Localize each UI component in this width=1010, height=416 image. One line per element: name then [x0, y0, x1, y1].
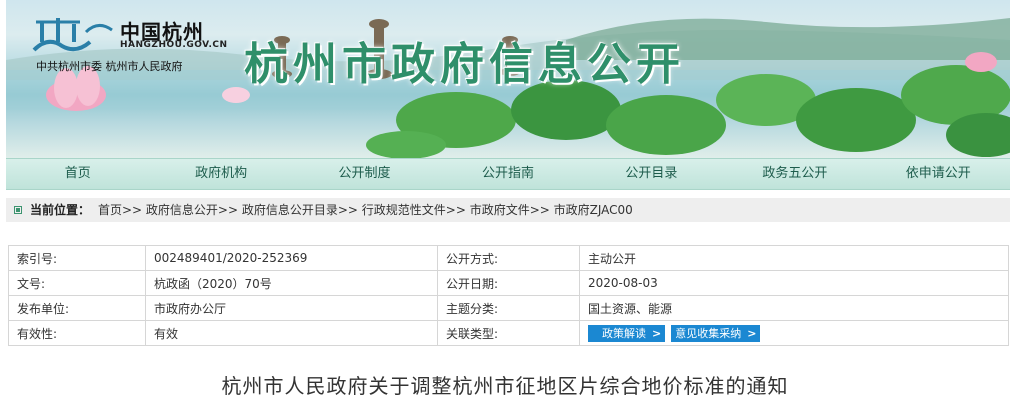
topic-value: 国土资源、能源: [579, 295, 1009, 321]
site-logo[interactable]: 中国杭州 HANGZHOU.GOV.CN 中共杭州市委 杭州市人民政府: [24, 10, 227, 73]
validity-label: 有效性:: [8, 320, 146, 346]
doc-number-value: 杭政函（2020）70号: [145, 270, 438, 296]
opinion-collection-button[interactable]: 意见收集采纳 >: [671, 324, 761, 342]
policy-interpretation-button[interactable]: 政策解读 >: [588, 324, 666, 342]
nav-item-government-agencies[interactable]: 政府机构: [149, 159, 292, 189]
nav-item-home[interactable]: 首页: [6, 159, 149, 189]
disclosure-date-label: 公开日期:: [437, 270, 580, 296]
breadcrumb: 当前位置： 首页>> 政府信息公开>> 政府信息公开目录>> 行政规范性文件>>…: [6, 198, 1010, 222]
nav-item-disclosure-system[interactable]: 公开制度: [293, 159, 436, 189]
publisher-label: 发布单位:: [8, 295, 146, 321]
disclosure-method-value: 主动公开: [579, 245, 1009, 271]
breadcrumb-label: 当前位置：: [30, 203, 91, 217]
publisher-value: 市政府办公厅: [145, 295, 438, 321]
table-row: 发布单位: 市政府办公厅 主题分类: 国土资源、能源: [8, 295, 1009, 321]
main-nav: 首页 政府机构 公开制度 公开指南 公开目录 政务五公开 依申请公开: [6, 158, 1010, 190]
disclosure-date-value: 2020-08-03: [579, 270, 1009, 296]
doc-number-label: 文号:: [8, 270, 146, 296]
related-type-value: 政策解读 > 意见收集采纳 >: [579, 320, 1009, 346]
breadcrumb-marker-icon: [14, 206, 22, 214]
topic-label: 主题分类:: [437, 295, 580, 321]
arrow-right-icon: >: [747, 326, 757, 340]
document-info-table: 索引号: 002489401/2020-252369 公开方式: 主动公开 文号…: [8, 245, 1009, 346]
validity-value: 有效: [145, 320, 438, 346]
index-value: 002489401/2020-252369: [145, 245, 438, 271]
arrow-right-icon: >: [652, 326, 662, 340]
related-type-label: 关联类型:: [437, 320, 580, 346]
document-title: 杭州市人民政府关于调整杭州市征地区片综合地价标准的通知: [221, 374, 789, 398]
site-title: 杭州市政府信息公开: [244, 39, 685, 90]
policy-interpretation-label: 政策解读: [602, 326, 646, 340]
table-row: 有效性: 有效 关联类型: 政策解读 > 意见收集采纳 >: [8, 320, 1009, 346]
logo-domain: HANGZHOU.GOV.CN: [120, 40, 228, 50]
table-row: 索引号: 002489401/2020-252369 公开方式: 主动公开: [8, 245, 1009, 271]
header-banner: 中国杭州 HANGZHOU.GOV.CN 中共杭州市委 杭州市人民政府 杭州市政…: [6, 0, 1010, 158]
logo-organization: 中共杭州市委 杭州市人民政府: [36, 60, 183, 73]
opinion-collection-label: 意见收集采纳: [675, 326, 742, 340]
index-label: 索引号:: [8, 245, 146, 271]
nav-item-disclosure-catalog[interactable]: 公开目录: [580, 159, 723, 189]
breadcrumb-path[interactable]: 首页>> 政府信息公开>> 政府信息公开目录>> 行政规范性文件>> 市政府文件…: [98, 198, 633, 222]
nav-item-disclosure-guide[interactable]: 公开指南: [436, 159, 579, 189]
table-row: 文号: 杭政函（2020）70号 公开日期: 2020-08-03: [8, 270, 1009, 296]
disclosure-method-label: 公开方式:: [437, 245, 580, 271]
hangzhou-emblem-icon: [32, 18, 113, 52]
nav-item-request-disclosure[interactable]: 依申请公开: [867, 159, 1010, 189]
nav-item-five-disclosures[interactable]: 政务五公开: [723, 159, 866, 189]
